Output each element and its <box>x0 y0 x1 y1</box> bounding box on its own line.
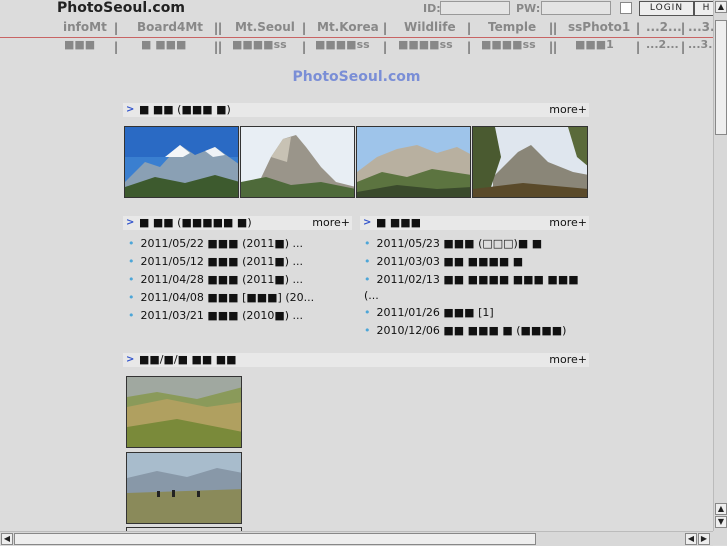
list-item[interactable]: • 2011/04/08 ■■■ [■■■] (20... <box>128 291 314 304</box>
subnav-item[interactable]: ■■■1 <box>575 38 614 51</box>
bullet-icon: • <box>364 255 371 268</box>
nav-item-ssphoto1[interactable]: ssPhoto1 <box>568 20 630 34</box>
pw-label: PW: <box>516 2 541 15</box>
nav-item-mt-korea[interactable]: Mt.Korea <box>317 20 379 34</box>
vertical-scroll-thumb[interactable] <box>715 20 727 135</box>
photo-thumbnail[interactable] <box>126 452 242 524</box>
site-logo[interactable]: PhotoSeoul.com <box>57 0 185 16</box>
photo-thumbnail[interactable] <box>126 376 242 448</box>
nav-item-board4mt[interactable]: Board4Mt <box>137 20 203 34</box>
subnav-item[interactable]: ■■■■ss <box>398 38 453 51</box>
arrow-bullet-icon: > <box>126 217 135 228</box>
nav-item-wildlife[interactable]: Wildlife <box>404 20 456 34</box>
subnav-item[interactable]: ■■■■ss <box>315 38 370 51</box>
more-link[interactable]: more+ <box>549 103 587 117</box>
nav-separator: || <box>214 21 223 35</box>
bullet-icon: • <box>128 309 135 322</box>
list-item-continuation[interactable]: (... <box>364 289 379 302</box>
subnav-item[interactable]: ■■■■ss <box>232 38 287 51</box>
bullet-icon: • <box>128 273 135 286</box>
section-title[interactable]: ■ ■■ (■■■■■ ■) <box>139 216 252 230</box>
horizontal-scroll-thumb[interactable] <box>14 533 536 545</box>
nav-separator: | <box>681 40 686 54</box>
list-item[interactable]: • 2011/02/13 ■■ ■■■■ ■■■ ■■■ <box>364 273 579 286</box>
id-input[interactable] <box>440 1 510 15</box>
sub-nav: ■■■ | ■ ■■■ || ■■■■ss | ■■■■ss | ■■■■ss … <box>0 38 721 54</box>
vertical-scrollbar[interactable]: ▲ ▲ ▼ <box>713 0 727 531</box>
bullet-icon: • <box>128 291 135 304</box>
nav-separator: || <box>549 40 558 54</box>
more-link[interactable]: more+ <box>312 216 350 230</box>
bullet-icon: • <box>364 306 371 319</box>
gallery-section-header: > ■ ■■ (■■■ ■) more+ <box>123 103 589 117</box>
gallery-thumbnail[interactable] <box>240 126 355 198</box>
nav-separator: || <box>214 40 223 54</box>
nav-separator: | <box>302 21 307 35</box>
remember-checkbox[interactable] <box>620 2 632 14</box>
subnav-item[interactable]: ■■■ <box>64 38 95 51</box>
list-item[interactable]: • 2011/03/03 ■■ ■■■■ ■ <box>364 255 523 268</box>
right-list-header: > ■ ■■■ more+ <box>360 216 589 230</box>
id-label: ID: <box>423 2 441 15</box>
more-link[interactable]: more+ <box>549 353 587 367</box>
subnav-item[interactable]: ■■■■ss <box>481 38 536 51</box>
top-bar: PhotoSeoul.com ID: PW: LOGIN H <box>0 0 719 18</box>
list-item[interactable]: • 2011/05/22 ■■■ (2011■) ... <box>128 237 303 250</box>
list-item[interactable]: • 2011/05/23 ■■■ (□□□)■ ■ <box>364 237 542 250</box>
nav-item-mt-seoul[interactable]: Mt.Seoul <box>235 20 295 34</box>
site-title[interactable]: PhotoSeoul.com <box>0 69 713 85</box>
list-item[interactable]: • 2011/01/26 ■■■ [1] <box>364 306 494 319</box>
nav-separator: | <box>302 40 307 54</box>
bullet-icon: • <box>364 273 371 286</box>
nav-separator: || <box>549 21 558 35</box>
nav-separator: | <box>383 21 388 35</box>
scroll-up-icon[interactable]: ▲ <box>715 503 727 515</box>
scroll-right-icon[interactable]: ▶ <box>698 533 710 545</box>
list-item[interactable]: • 2011/05/12 ■■■ (2011■) ... <box>128 255 303 268</box>
section-title[interactable]: ■ ■■■ <box>376 216 421 230</box>
nav-item-page-2[interactable]: ...2... <box>646 20 682 34</box>
nav-separator: | <box>114 21 119 35</box>
scroll-left-icon[interactable]: ◀ <box>685 533 697 545</box>
section-title[interactable]: ■■/■/■ ■■ ■■ <box>139 353 237 367</box>
horizontal-scrollbar[interactable]: ◀ ◀ ▶ <box>0 531 713 546</box>
left-list-header: > ■ ■■ (■■■■■ ■) more+ <box>123 216 352 230</box>
gallery-thumbnail[interactable] <box>124 126 239 198</box>
scroll-up-icon[interactable]: ▲ <box>715 1 727 13</box>
arrow-bullet-icon: > <box>126 104 135 115</box>
subnav-item[interactable]: ■ ■■■ <box>141 38 186 51</box>
nav-separator: | <box>114 40 119 54</box>
subnav-item[interactable]: ...2... <box>646 38 679 51</box>
scrollbar-corner <box>713 531 727 545</box>
list-item[interactable]: • 2011/04/28 ■■■ (2011■) ... <box>128 273 303 286</box>
list-item[interactable]: • 2011/03/21 ■■■ (2010■) ... <box>128 309 303 322</box>
nav-separator: | <box>383 40 388 54</box>
more-link[interactable]: more+ <box>549 216 587 230</box>
login-button[interactable]: LOGIN <box>639 1 694 16</box>
nav-separator: | <box>467 40 472 54</box>
nav-separator: | <box>467 21 472 35</box>
bullet-icon: • <box>364 324 371 337</box>
bullet-icon: • <box>364 237 371 250</box>
list-item[interactable]: • 2010/12/06 ■■ ■■■ ■ (■■■■) <box>364 324 566 337</box>
photo-section-header: > ■■/■/■ ■■ ■■ more+ <box>123 353 589 367</box>
nav-item-infomt[interactable]: infoMt <box>63 20 107 34</box>
arrow-bullet-icon: > <box>363 217 372 228</box>
nav-separator: | <box>636 40 641 54</box>
gallery-thumbnail[interactable] <box>472 126 588 198</box>
arrow-bullet-icon: > <box>126 354 135 365</box>
nav-separator: | <box>636 21 641 35</box>
scroll-down-icon[interactable]: ▼ <box>715 516 727 528</box>
bullet-icon: • <box>128 237 135 250</box>
section-title[interactable]: ■ ■■ (■■■ ■) <box>139 103 231 117</box>
pw-input[interactable] <box>541 1 611 15</box>
gallery-thumbnail[interactable] <box>356 126 471 198</box>
nav-separator: | <box>681 21 686 35</box>
scroll-left-icon[interactable]: ◀ <box>1 533 13 545</box>
main-nav: infoMt | Board4Mt || Mt.Seoul | Mt.Korea… <box>0 19 724 38</box>
bullet-icon: • <box>128 255 135 268</box>
nav-item-temple[interactable]: Temple <box>488 20 536 34</box>
